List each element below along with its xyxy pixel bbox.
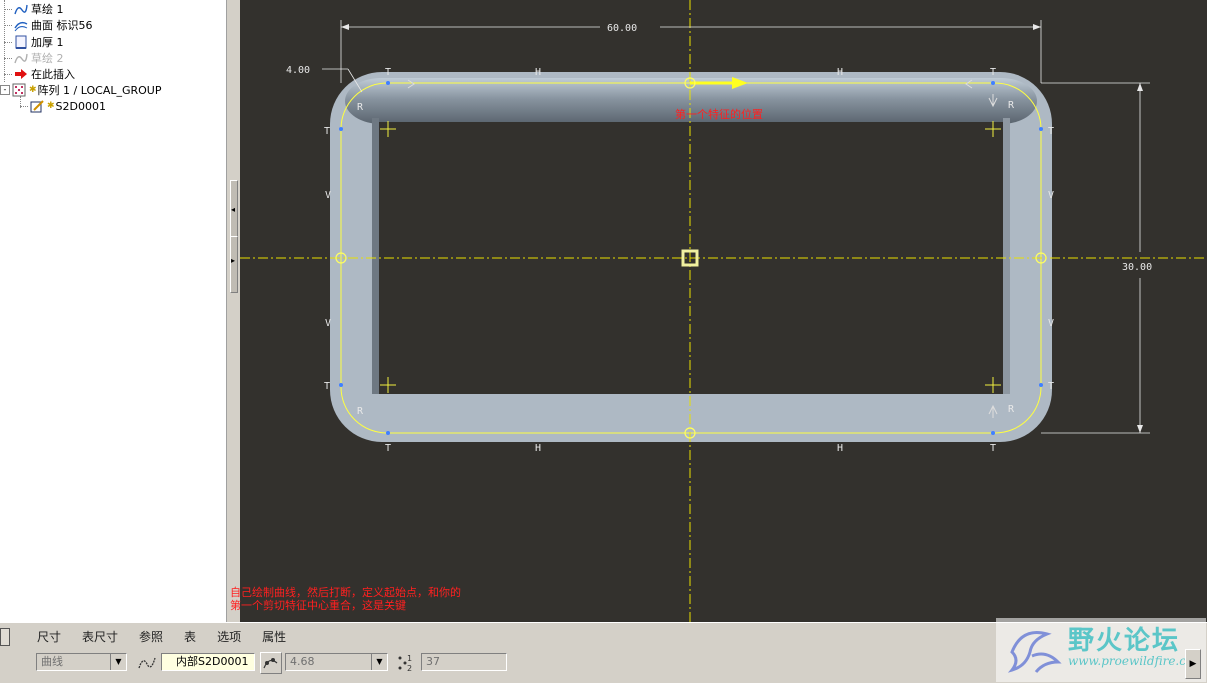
tree-item-label: 草绘 1 [31,3,64,16]
tab-references[interactable]: 参照 [139,628,163,645]
tree-item-label: S2D0001 [55,99,106,113]
spacing-mode-button[interactable] [260,652,282,674]
svg-text:H: H [535,67,541,78]
tab-table-dimensions[interactable]: 表尺寸 [82,628,118,645]
chevron-down-icon[interactable]: ▼ [110,654,126,670]
collapse-left-icon[interactable]: ◂ [231,205,235,214]
member-count-icon: 12 [395,652,417,674]
svg-text:T: T [1048,381,1054,392]
star-icon: ✱ [29,85,37,95]
star-icon: ✱ [47,101,55,111]
panel-splitter[interactable]: ◂ ▸ [226,0,241,622]
logo-url: www.proewildfire.cn [1068,654,1194,668]
tree-item-s2d0001[interactable]: ✱ S2D0001 [20,98,106,114]
tab-properties[interactable]: 属性 [262,628,286,645]
tree-item-thicken[interactable]: 加厚 1 [4,34,64,50]
svg-text:R: R [1008,404,1015,415]
surface-icon [14,18,28,32]
tree-item-label: 在此插入 [31,68,75,81]
svg-text:1: 1 [407,654,412,663]
dimension-height[interactable]: 30.00 [1122,262,1152,273]
tree-item-label: 加厚 1 [31,36,64,49]
tab-dimensions[interactable]: 尺寸 [37,628,61,645]
svg-text:T: T [324,126,330,137]
sketch-icon [14,2,28,16]
svg-text:T: T [324,381,330,392]
tab-table[interactable]: 表 [184,628,196,645]
svg-text:R: R [357,102,364,113]
svg-text:H: H [837,67,843,78]
svg-text:2: 2 [407,664,412,673]
forum-logo: 野火论坛 www.proewildfire.cn [996,618,1206,682]
tree-item-sketch-2[interactable]: 草绘 2 [4,50,64,66]
sketch-edit-icon [30,99,44,113]
insert-arrow-icon [14,67,28,81]
graphics-canvas[interactable]: 60.00 30.00 4.00 T T T T T T T T H H H H… [240,0,1207,622]
svg-text:T: T [1048,126,1054,137]
svg-text:T: T [990,443,996,454]
tree-item-surface[interactable]: 曲面 标识56 [4,17,93,33]
expand-right-icon[interactable]: ▸ [231,256,235,265]
dimension-width[interactable]: 60.00 [607,23,637,34]
pattern-type-select[interactable]: 曲线 ▼ [36,653,127,671]
tree-item-insert-here[interactable]: 在此插入 [4,66,75,82]
bird-logo-icon [1007,631,1062,673]
member-count-field[interactable]: 37 [421,653,507,671]
sketch-view: 60.00 30.00 4.00 T T T T T T T T H H H H… [240,0,1207,622]
logo-name: 野火论坛 [1068,626,1181,656]
chevron-down-icon[interactable]: ▼ [371,654,387,670]
svg-text:V: V [1048,318,1054,329]
svg-text:H: H [837,443,843,454]
svg-text:H: H [535,443,541,454]
instruction-note: 自己绘制曲线，然后打断，定义起始点，和你的 第一个剪切特征中心重合，这是关键 [230,586,461,612]
svg-text:V: V [1048,190,1054,201]
dashboard-scroll-right[interactable]: ▶ [1185,649,1201,679]
svg-text:R: R [1008,100,1015,111]
spacing-value-select[interactable]: 4.68 ▼ [285,653,388,671]
start-point-label: 第一个特征的位置 [675,107,763,121]
svg-text:R: R [357,406,364,417]
tree-item-label: 阵列 1 / LOCAL_GROUP [37,84,162,97]
dashboard-tabs: 尺寸 表尺寸 参照 表 选项 属性 [37,628,307,645]
collapse-icon[interactable]: - [0,85,10,95]
dashboard-handle-icon[interactable] [0,628,10,646]
tree-item-label: 曲面 标识56 [31,19,93,32]
model-tree: 草绘 1 曲面 标识56 加厚 1 草绘 2 在此插入 - ✱ 阵列 1 / L… [0,0,226,622]
thicken-icon [14,35,28,49]
dimension-thickness[interactable]: 4.00 [286,65,310,76]
svg-text:V: V [325,318,331,329]
curve-reference-field[interactable]: 内部S2D0001 [161,653,255,671]
curve-icon [136,652,158,674]
sketch-icon [14,51,28,65]
svg-text:T: T [385,67,391,78]
svg-text:T: T [385,443,391,454]
tab-options[interactable]: 选项 [217,628,241,645]
tree-item-label: 草绘 2 [31,52,64,65]
tree-item-pattern[interactable]: - ✱ 阵列 1 / LOCAL_GROUP [0,82,161,98]
svg-text:V: V [325,190,331,201]
svg-text:T: T [990,67,996,78]
tree-item-sketch-1[interactable]: 草绘 1 [4,1,64,17]
pattern-icon [12,83,26,97]
